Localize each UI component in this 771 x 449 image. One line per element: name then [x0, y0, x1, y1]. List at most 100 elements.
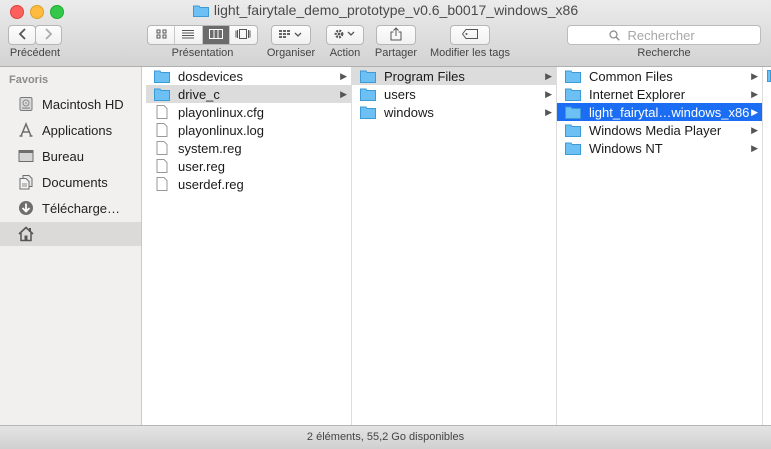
view-icons-button[interactable]	[148, 26, 176, 44]
sidebar-item-applications[interactable]: Applications	[0, 118, 141, 142]
view-switcher[interactable]	[147, 25, 258, 45]
folder-icon	[359, 87, 376, 101]
chevron-left-icon	[18, 27, 26, 43]
list-item-windows-nt[interactable]: Windows NT ▶	[557, 139, 762, 157]
item-name: windows	[384, 104, 434, 120]
view-list-button[interactable]	[175, 26, 203, 44]
list-item-system-reg[interactable]: system.reg	[146, 139, 351, 157]
disclosure-arrow-icon: ▶	[545, 106, 552, 117]
item-name: drive_c	[178, 86, 220, 102]
sidebar-item-home[interactable]	[0, 222, 141, 246]
organize-button[interactable]	[271, 25, 311, 45]
search-label: Recherche	[637, 47, 691, 59]
action-button[interactable]	[326, 25, 364, 45]
search-input[interactable]	[625, 26, 720, 44]
sidebar-item-documents[interactable]: Documents	[0, 170, 141, 194]
view-label: Présentation	[171, 47, 234, 59]
list-item-users[interactable]: users ▶	[352, 85, 556, 103]
folder-icon	[564, 87, 581, 101]
back-button[interactable]	[8, 25, 36, 45]
share-icon	[390, 26, 402, 44]
item-name: Windows Media Player	[589, 122, 722, 138]
sidebar-item-desktop[interactable]: Bureau	[0, 144, 141, 168]
list-item-drive-c[interactable]: drive_c ▶	[146, 85, 351, 103]
item-name: playonlinux.log	[178, 122, 265, 138]
desktop-icon	[17, 147, 35, 165]
sidebar-item-label: Télécharge…	[42, 200, 121, 216]
disclosure-arrow-icon: ▶	[751, 124, 758, 135]
coverflow-view-icon	[235, 26, 251, 44]
action-label: Action	[329, 47, 361, 59]
list-item-playonlinux-cfg[interactable]: playonlinux.cfg	[146, 103, 351, 121]
item-name: playonlinux.cfg	[178, 104, 264, 120]
icon-view-icon	[156, 26, 167, 44]
item-name: light_fairytal…windows_x86	[589, 104, 750, 120]
disclosure-arrow-icon: ▶	[340, 70, 347, 81]
arrange-icon	[279, 28, 303, 42]
share-button[interactable]	[376, 25, 416, 45]
list-item-user-reg[interactable]: user.reg	[146, 157, 351, 175]
back-label: Précédent	[9, 47, 61, 59]
status-bar: 2 éléments, 55,2 Go disponibles	[0, 425, 771, 449]
disclosure-arrow-icon: ▶	[751, 106, 758, 117]
folder-icon	[359, 105, 376, 119]
tag-icon	[461, 28, 478, 42]
folder-icon	[359, 69, 376, 83]
list-item-playonlinux-log[interactable]: playonlinux.log	[146, 121, 351, 139]
folder-icon	[153, 87, 170, 101]
forward-button[interactable]	[35, 25, 62, 45]
list-item-dosdevices[interactable]: dosdevices ▶	[146, 67, 351, 85]
list-item-windows-media-player[interactable]: Windows Media Player ▶	[557, 121, 762, 139]
status-text: 2 éléments, 55,2 Go disponibles	[306, 431, 465, 443]
sidebar-heading-favorites: Favoris	[9, 74, 49, 86]
list-item-partial[interactable]	[763, 67, 771, 85]
folder-icon	[564, 141, 581, 155]
disclosure-arrow-icon: ▶	[751, 88, 758, 99]
item-name: dosdevices	[178, 68, 244, 84]
hard-drive-icon	[17, 95, 35, 113]
disclosure-arrow-icon: ▶	[545, 70, 552, 81]
finder-window: light_fairytale_demo_prototype_v0.6_b001…	[0, 0, 771, 449]
gear-icon	[333, 28, 357, 43]
list-item-light-fairytale[interactable]: light_fairytal…windows_x86 ▶	[557, 103, 762, 121]
disclosure-arrow-icon: ▶	[751, 142, 758, 153]
sidebar-item-label: Documents	[42, 174, 108, 190]
item-name: Common Files	[589, 68, 673, 84]
share-label: Partager	[374, 47, 418, 59]
view-coverflow-button[interactable]	[230, 26, 257, 44]
list-item-program-files[interactable]: Program Files ▶	[352, 67, 556, 85]
column-2: Program Files ▶ users ▶ windows ▶	[352, 67, 557, 425]
item-name: user.reg	[178, 158, 225, 174]
document-icon	[153, 159, 170, 173]
search-field[interactable]	[567, 25, 761, 45]
item-name: users	[384, 86, 416, 102]
sidebar-item-macintosh-hd[interactable]: Macintosh HD	[0, 92, 141, 116]
sidebar-item-label: Macintosh HD	[42, 96, 124, 112]
column-4	[763, 67, 771, 425]
list-item-userdef-reg[interactable]: userdef.reg	[146, 175, 351, 193]
edit-tags-button[interactable]	[450, 25, 490, 45]
sidebar-item-label: Bureau	[42, 148, 84, 164]
disclosure-arrow-icon: ▶	[340, 88, 347, 99]
view-columns-button[interactable]	[202, 26, 230, 44]
applications-icon	[17, 121, 35, 139]
chevron-right-icon	[44, 27, 53, 43]
list-item-common-files[interactable]: Common Files ▶	[557, 67, 762, 85]
list-item-windows[interactable]: windows ▶	[352, 103, 556, 121]
list-item-internet-explorer[interactable]: Internet Explorer ▶	[557, 85, 762, 103]
disclosure-arrow-icon: ▶	[751, 70, 758, 81]
document-icon	[153, 105, 170, 119]
item-name: userdef.reg	[178, 176, 244, 192]
window-title-text: light_fairytale_demo_prototype_v0.6_b001…	[213, 2, 579, 18]
sidebar: Favoris Macintosh HD Applications Bureau…	[0, 67, 142, 425]
sidebar-item-downloads[interactable]: Télécharge…	[0, 196, 141, 220]
folder-icon	[767, 70, 771, 82]
downloads-icon	[17, 199, 35, 217]
list-view-icon	[182, 26, 195, 44]
column-1: dosdevices ▶ drive_c ▶ playonlinux.cfg p…	[146, 67, 352, 425]
column-view-icon	[208, 26, 223, 44]
document-icon	[153, 141, 170, 155]
folder-icon	[192, 4, 209, 20]
folder-icon	[153, 69, 170, 83]
document-icon	[153, 123, 170, 137]
